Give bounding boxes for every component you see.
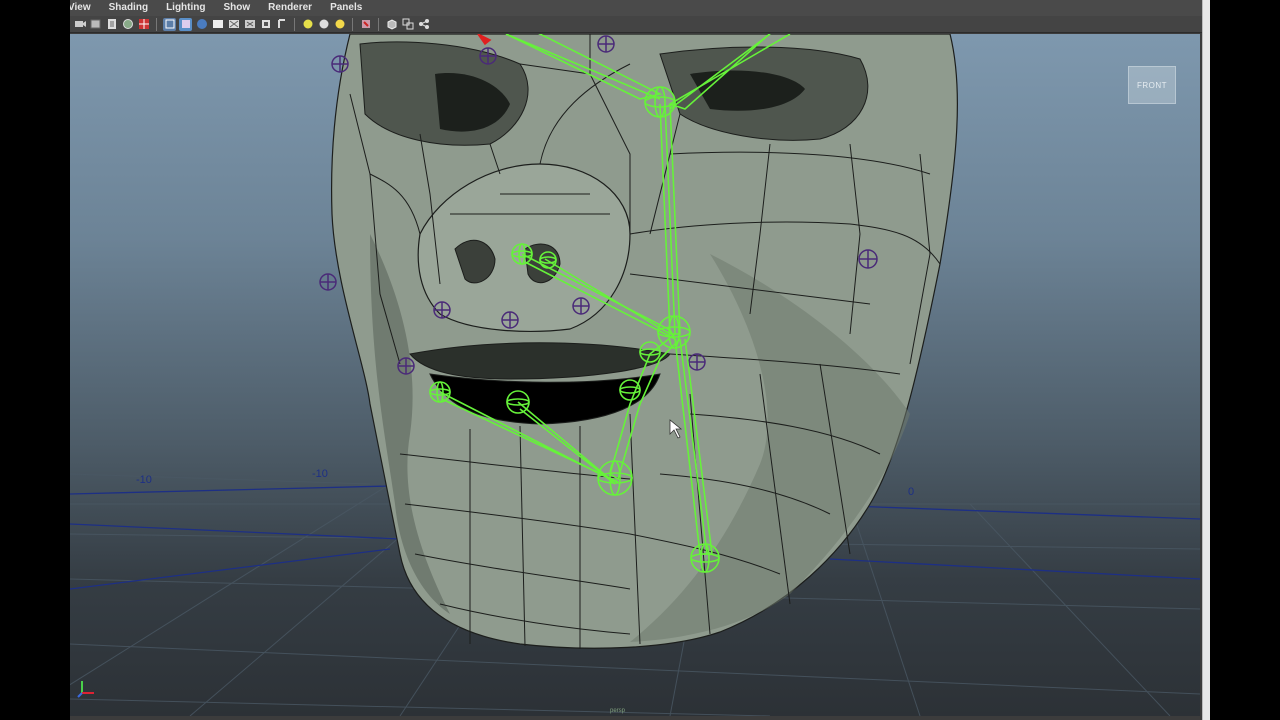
camera-attributes-icon[interactable] [89, 18, 102, 31]
toolbar-separator [294, 17, 295, 31]
textured-icon[interactable] [195, 18, 208, 31]
multi-view-icon[interactable] [401, 18, 414, 31]
locator [597, 35, 615, 53]
all-lights-icon[interactable] [227, 18, 240, 31]
grid-toggle-icon[interactable] [137, 18, 150, 31]
view-cube-label: FRONT [1136, 80, 1168, 90]
menu-panels[interactable]: Panels [321, 0, 371, 16]
scene-canvas[interactable] [70, 34, 1200, 716]
resolution-gate-icon[interactable] [275, 18, 288, 31]
3d-viewport[interactable]: -10 -10 0 FRONT persp [70, 34, 1200, 716]
letterbox-right [1210, 0, 1280, 720]
locator [572, 297, 590, 315]
toolbar-separator [156, 17, 157, 31]
smooth-shade-icon[interactable] [179, 17, 192, 31]
panel-toolbar [70, 16, 1202, 33]
toolbar-separator [352, 17, 353, 31]
panel-menubar: View Shading Lighting Show Renderer Pane… [70, 0, 1202, 16]
head-mesh[interactable] [330, 34, 958, 649]
locator [433, 301, 451, 319]
bookmark-icon[interactable] [105, 18, 118, 31]
menu-lighting[interactable]: Lighting [157, 0, 214, 16]
camera-name-label: persp [610, 708, 626, 714]
share-icon[interactable] [417, 18, 430, 31]
cube-view-icon[interactable] [385, 18, 398, 31]
image-plane-icon[interactable] [121, 18, 134, 31]
locator [331, 55, 349, 73]
locator [688, 353, 706, 371]
locator [501, 311, 519, 329]
locator [319, 273, 337, 291]
viewport-panel: View Shading Lighting Show Renderer Pane… [70, 0, 1202, 720]
isolate-select-icon[interactable] [243, 18, 256, 31]
locator [479, 47, 497, 65]
grid-label: 0 [908, 486, 915, 498]
locator [397, 357, 415, 375]
menu-show[interactable]: Show [215, 0, 260, 16]
toolbar-separator [378, 17, 379, 31]
wireframe-icon[interactable] [163, 17, 176, 31]
motion-blur-icon[interactable] [359, 18, 372, 31]
axis-indicator [76, 677, 98, 704]
light-bulb-icon[interactable] [333, 18, 346, 31]
grid-label: -10 [312, 468, 328, 480]
xray-icon[interactable] [259, 18, 272, 31]
default-lighting-icon[interactable] [211, 18, 224, 31]
grid-label: -10 [136, 474, 152, 486]
menu-shading[interactable]: Shading [100, 0, 157, 16]
use-default-material-icon[interactable] [301, 18, 314, 31]
menu-renderer[interactable]: Renderer [259, 0, 321, 16]
menu-view[interactable]: View [70, 0, 100, 16]
locator [858, 249, 878, 269]
maya-window: View Shading Lighting Show Renderer Pane… [0, 0, 1280, 720]
view-cube[interactable]: FRONT [1128, 66, 1176, 104]
camera-select-icon[interactable] [73, 18, 86, 31]
shadow-icon[interactable] [317, 18, 330, 31]
